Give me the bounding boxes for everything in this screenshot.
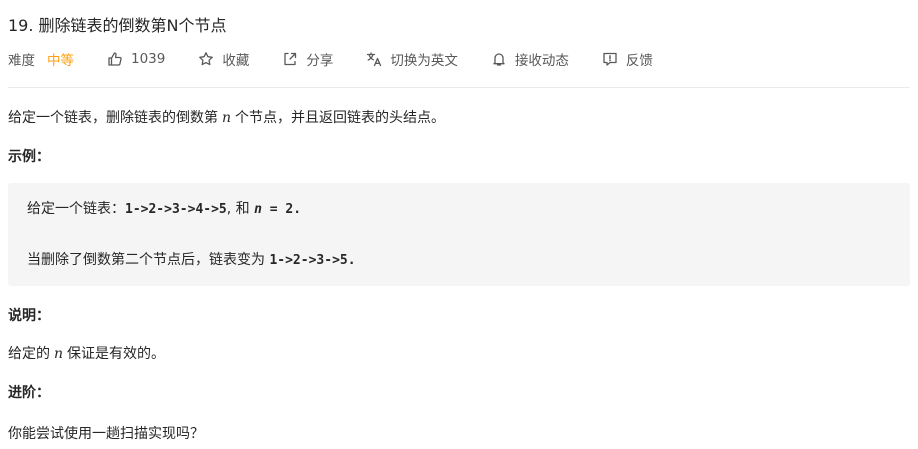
header-divider bbox=[8, 87, 910, 88]
star-icon bbox=[199, 52, 214, 66]
share-label: 分享 bbox=[306, 53, 334, 69]
example-output-list: 1->2->3->5 bbox=[269, 253, 348, 268]
translate-label: 切换为英文 bbox=[390, 53, 458, 69]
intro-variable: n bbox=[222, 110, 232, 126]
like-count: 1039 bbox=[131, 51, 166, 67]
notify-button[interactable]: 接收动态 bbox=[491, 49, 569, 69]
favorite-button[interactable]: 收藏 bbox=[198, 49, 249, 69]
example-heading: 示例： bbox=[8, 149, 50, 165]
intro-text-after: 个节点，并且返回链表的头结点。 bbox=[235, 110, 446, 126]
example-variable-value: = 2 bbox=[261, 202, 294, 217]
example-line1-prefix: 给定一个链表： bbox=[27, 201, 125, 217]
problem-title: 19. 删除链表的倒数第N个节点 bbox=[8, 16, 227, 35]
problem-intro: 给定一个链表，删除链表的倒数第 n 个节点，并且返回链表的头结点。 bbox=[8, 108, 445, 128]
notify-label: 接收动态 bbox=[514, 53, 569, 69]
problem-toolbar: 难度 中等 1039 收藏 分享 切换为英文 接收动态 反馈 bbox=[8, 48, 653, 70]
note-text-after: 保证是有效的。 bbox=[67, 346, 166, 362]
example-variable: n bbox=[254, 202, 262, 217]
difficulty-badge: 中等 bbox=[47, 53, 74, 69]
share-icon bbox=[284, 52, 297, 66]
advanced-heading: 进阶： bbox=[8, 385, 50, 401]
example-input-list: 1->2->3->4->5 bbox=[125, 202, 227, 217]
note-text-before: 给定的 bbox=[8, 346, 50, 362]
difficulty-label: 难度 bbox=[8, 53, 35, 69]
feedback-icon bbox=[603, 52, 617, 66]
feedback-label: 反馈 bbox=[625, 53, 653, 69]
example-line2-end: . bbox=[347, 253, 356, 268]
example-line1-mid: , 和 bbox=[226, 201, 255, 217]
note-heading: 说明： bbox=[8, 308, 50, 324]
translate-button[interactable]: 切换为英文 bbox=[366, 49, 458, 69]
note-text: 给定的 n 保证是有效的。 bbox=[8, 344, 165, 364]
note-variable: n bbox=[54, 346, 64, 362]
advanced-text: 你能尝试使用一趟扫描实现吗？ bbox=[8, 426, 204, 442]
bell-icon bbox=[493, 53, 505, 66]
feedback-button[interactable]: 反馈 bbox=[602, 49, 653, 69]
example-line-2: 当删除了倒数第二个节点后，链表变为 1->2->3->5. bbox=[27, 250, 356, 271]
intro-text-before: 给定一个链表，删除链表的倒数第 bbox=[8, 110, 218, 126]
example-block: 给定一个链表：1->2->3->4->5, 和 n = 2. 当删除了倒数第二个… bbox=[8, 183, 910, 286]
translate-icon bbox=[367, 52, 382, 67]
favorite-label: 收藏 bbox=[222, 53, 250, 69]
thumbs-up-icon bbox=[108, 52, 122, 66]
example-line1-end: . bbox=[293, 202, 302, 217]
example-line-1: 给定一个链表：1->2->3->4->5, 和 n = 2. bbox=[27, 199, 301, 220]
like-button[interactable]: 1039 bbox=[107, 51, 165, 67]
example-line2-prefix: 当删除了倒数第二个节点后，链表变为 bbox=[27, 252, 270, 268]
share-button[interactable]: 分享 bbox=[282, 49, 333, 69]
